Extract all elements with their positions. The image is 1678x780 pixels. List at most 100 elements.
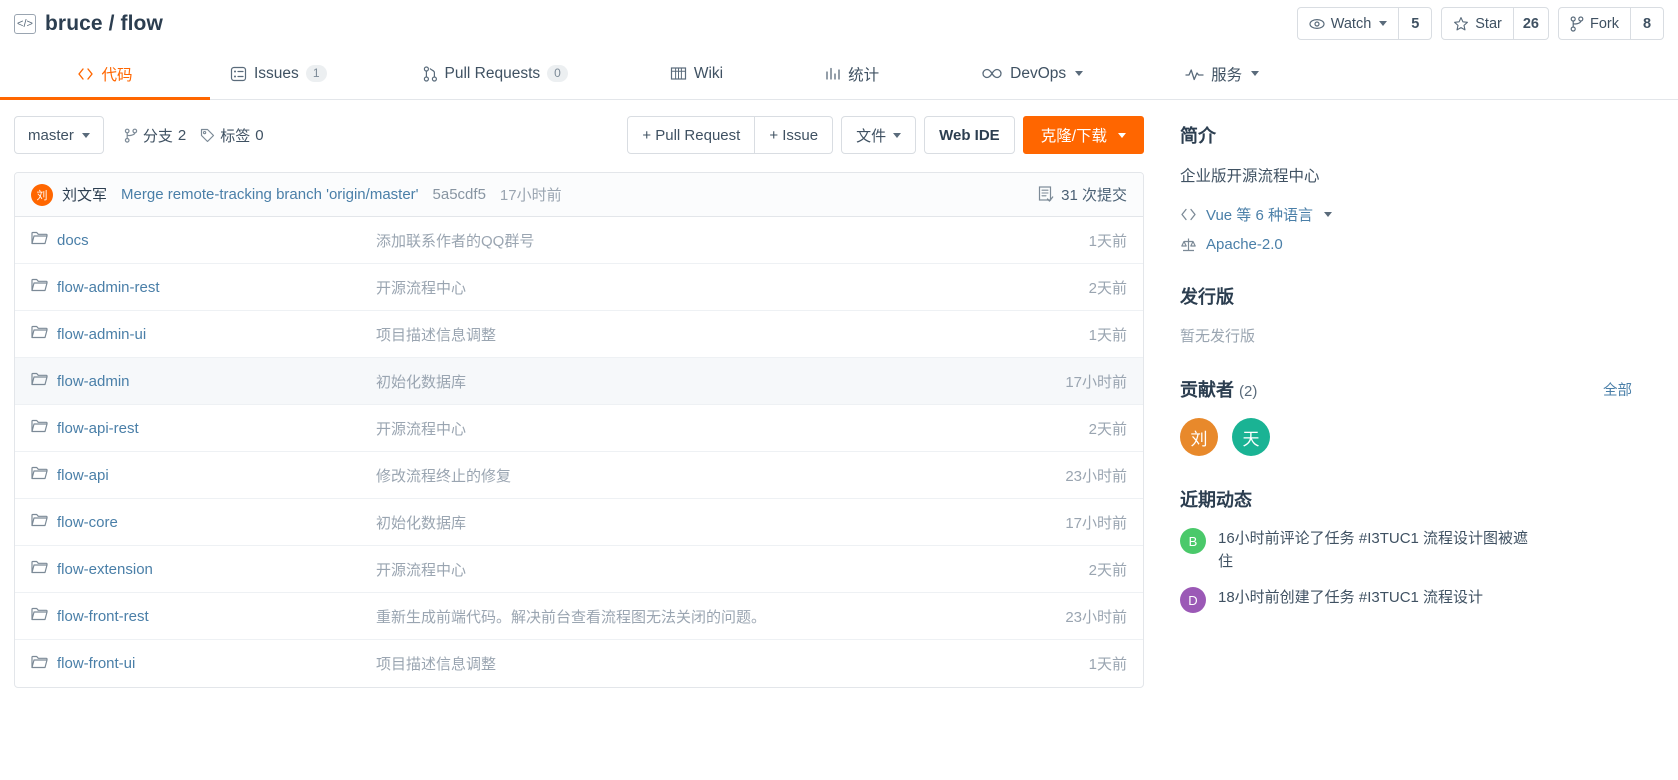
commit-author[interactable]: 刘文军 — [62, 184, 107, 205]
table-row[interactable]: flow-admin 初始化数据库 17小时前 — [15, 358, 1143, 405]
file-name-link[interactable]: flow-api-rest — [31, 419, 376, 437]
file-name-label: flow-admin-ui — [57, 325, 147, 343]
file-name-link[interactable]: flow-core — [31, 513, 376, 531]
folder-icon — [31, 466, 48, 484]
file-name-link[interactable]: docs — [31, 231, 376, 249]
commits-icon — [1038, 186, 1054, 203]
table-row[interactable]: flow-api-rest 开源流程中心 2天前 — [15, 405, 1143, 452]
file-commit-time: 17小时前 — [1065, 373, 1127, 391]
table-row[interactable]: flow-admin-rest 开源流程中心 2天前 — [15, 264, 1143, 311]
files-dropdown-label: 文件 — [856, 127, 887, 145]
file-name-link[interactable]: flow-admin-ui — [31, 325, 376, 343]
list-item[interactable]: D 18小时前创建了任务 #I3TUC1 流程设计 — [1180, 587, 1664, 613]
branches-label: 分支 — [142, 127, 173, 145]
branch-selector[interactable]: master — [14, 116, 104, 154]
table-row[interactable]: flow-api 修改流程终止的修复 23小时前 — [15, 452, 1143, 499]
commit-sha[interactable]: 5a5cdf5 — [433, 186, 486, 203]
releases-empty-text: 暂无发行版 — [1180, 328, 1256, 345]
folder-icon — [31, 372, 48, 390]
branch-icon — [124, 128, 138, 143]
table-row[interactable]: flow-extension 开源流程中心 2天前 — [15, 546, 1143, 593]
chevron-down-icon — [81, 132, 90, 138]
files-dropdown-button[interactable]: 文件 — [841, 116, 917, 154]
page-title[interactable]: bruce / flow — [45, 12, 163, 36]
file-name-link[interactable]: flow-admin — [31, 372, 376, 390]
code-brackets-icon: </> — [14, 14, 36, 34]
star-count[interactable]: 26 — [1512, 8, 1548, 39]
file-commit-message[interactable]: 添加联系作者的QQ群号 — [376, 230, 1089, 251]
avatar[interactable]: D — [1180, 587, 1206, 613]
avatar[interactable]: 刘 — [1180, 418, 1218, 456]
tab-services[interactable]: 服务 — [1165, 48, 1279, 99]
table-row[interactable]: flow-front-ui 项目描述信息调整 1天前 — [15, 640, 1143, 687]
avatar[interactable]: 刘 — [31, 183, 53, 206]
commit-message[interactable]: Merge remote-tracking branch 'origin/mas… — [121, 186, 419, 203]
activity-text: 16小时前评论了任务 #I3TUC1 流程设计图被遮住 — [1218, 530, 1529, 570]
chart-icon — [825, 66, 841, 81]
about-description: 企业版开源流程中心 — [1180, 168, 1320, 185]
new-pull-request-button[interactable]: + Pull Request — [627, 116, 756, 154]
file-name-link[interactable]: flow-extension — [31, 560, 376, 578]
branches-link[interactable]: 分支 2 — [124, 125, 186, 146]
file-name-link[interactable]: flow-front-ui — [31, 655, 376, 673]
tab-devops[interactable]: DevOps — [961, 48, 1103, 99]
language-label: Vue 等 6 种语言 — [1206, 207, 1313, 224]
tab-wiki[interactable]: Wiki — [650, 48, 743, 99]
license-row[interactable]: Apache-2.0 — [1180, 236, 1664, 253]
about-section: 简介 企业版开源流程中心 Vue 等 6 种语言 Apache-2.0 — [1180, 122, 1664, 253]
clone-download-button[interactable]: 克隆/下载 — [1022, 116, 1144, 154]
file-commit-message[interactable]: 项目描述信息调整 — [376, 653, 1089, 674]
file-name-link[interactable]: flow-admin-rest — [31, 278, 376, 296]
watch-button-group[interactable]: Watch 5 — [1296, 7, 1433, 40]
tab-statistics[interactable]: 统计 — [805, 48, 899, 99]
tab-issues[interactable]: Issues 1 — [210, 48, 347, 99]
file-commit-time: 17小时前 — [1065, 514, 1127, 532]
repo-toolbar: master 分支 2 标签 0 + Pull Request + Issue — [14, 116, 1144, 154]
table-row[interactable]: docs 添加联系作者的QQ群号 1天前 — [15, 217, 1143, 264]
tab-wiki-label: Wiki — [693, 64, 724, 82]
folder-icon — [31, 278, 48, 296]
file-commit-time: 1天前 — [1088, 326, 1127, 344]
tab-code[interactable]: 代码 — [0, 48, 210, 100]
file-name-link[interactable]: flow-front-rest — [31, 607, 376, 625]
file-commit-message[interactable]: 开源流程中心 — [376, 277, 1089, 298]
new-issue-button[interactable]: + Issue — [755, 116, 834, 154]
file-commit-message[interactable]: 开源流程中心 — [376, 559, 1089, 580]
file-commit-message[interactable]: 开源流程中心 — [376, 418, 1089, 439]
fork-count[interactable]: 8 — [1630, 8, 1663, 39]
tags-link[interactable]: 标签 0 — [200, 125, 264, 146]
table-row[interactable]: flow-admin-ui 项目描述信息调整 1天前 — [15, 311, 1143, 358]
fork-button[interactable]: Fork — [1559, 8, 1630, 39]
folder-icon — [31, 655, 48, 673]
avatar[interactable]: B — [1180, 528, 1206, 554]
folder-icon — [31, 419, 48, 437]
watch-count[interactable]: 5 — [1398, 8, 1431, 39]
file-name-label: docs — [57, 231, 89, 249]
file-name-link[interactable]: flow-api — [31, 466, 376, 484]
fork-button-group[interactable]: Fork 8 — [1558, 7, 1664, 40]
file-commit-message[interactable]: 项目描述信息调整 — [376, 324, 1089, 345]
file-commit-message[interactable]: 重新生成前端代码。解决前台查看流程图无法关闭的问题。 — [376, 606, 1065, 627]
table-row[interactable]: flow-core 初始化数据库 17小时前 — [15, 499, 1143, 546]
star-button-group[interactable]: Star 26 — [1441, 7, 1549, 40]
file-commit-time: 1天前 — [1088, 232, 1127, 250]
commit-count-link[interactable]: 31 次提交 — [1038, 184, 1127, 205]
language-row[interactable]: Vue 等 6 种语言 — [1180, 204, 1664, 225]
avatar[interactable]: 天 — [1232, 418, 1270, 456]
tab-issues-badge: 1 — [305, 65, 327, 82]
web-ide-button[interactable]: Web IDE — [924, 116, 1015, 154]
watch-button[interactable]: Watch — [1298, 8, 1399, 39]
star-button[interactable]: Star — [1442, 8, 1513, 39]
list-item[interactable]: B 16小时前评论了任务 #I3TUC1 流程设计图被遮住 — [1180, 528, 1664, 573]
about-title: 简介 — [1180, 126, 1216, 146]
file-commit-message[interactable]: 初始化数据库 — [376, 371, 1065, 392]
file-commit-message[interactable]: 初始化数据库 — [376, 512, 1065, 533]
file-commit-message[interactable]: 修改流程终止的修复 — [376, 465, 1065, 486]
tag-icon — [200, 128, 215, 143]
contributors-all-link[interactable]: 全部 — [1603, 379, 1632, 400]
tab-pull-requests[interactable]: Pull Requests 0 — [403, 48, 588, 99]
table-row[interactable]: flow-front-rest 重新生成前端代码。解决前台查看流程图无法关闭的问题… — [15, 593, 1143, 640]
contributors-title: 贡献者 (2) 全部 — [1180, 376, 1664, 402]
chevron-down-icon — [1075, 71, 1084, 76]
